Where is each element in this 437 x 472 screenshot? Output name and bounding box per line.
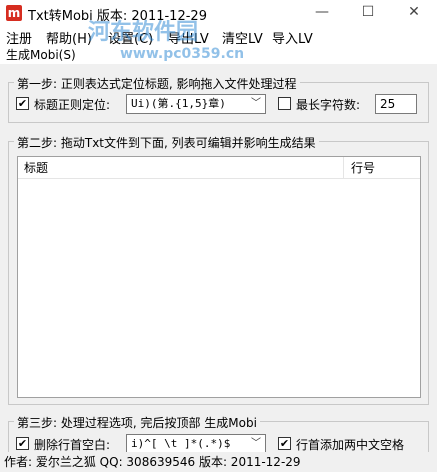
maxlen-input[interactable]: 25 xyxy=(375,94,417,114)
title-regex-combo[interactable]: Ui)(第.{1,5}章) ﹀ xyxy=(126,94,266,114)
minimize-button[interactable]: — xyxy=(299,0,345,26)
step2-title: 第二步: 拖动Txt文件到下面, 列表可编辑并影响生成结果 xyxy=(14,134,319,151)
title-regex-value: Ui)(第.{1,5}章) xyxy=(131,97,226,110)
delete-leading-label: 删除行首空白: xyxy=(34,438,111,452)
status-bar: 作者: 爱尔兰之狐 QQ: 308639546 版本: 2011-12-29 xyxy=(0,452,437,472)
title-regex-checkbox[interactable]: ✔ xyxy=(16,97,29,110)
close-button[interactable]: ✕ xyxy=(391,0,437,26)
delete-regex-value: i)^[ \t ]*(.*)$ xyxy=(131,437,231,450)
menu-register[interactable]: 注册 xyxy=(6,28,32,47)
column-header-line[interactable]: 行号 xyxy=(345,157,420,179)
title-bar[interactable]: m Txt转Mobi 版本: 2011-12-29 — ☐ ✕ xyxy=(0,0,437,26)
menu-clear-lv[interactable]: 清空LV xyxy=(222,28,263,47)
maximize-button[interactable]: ☐ xyxy=(345,0,391,26)
menu-import-lv[interactable]: 导入LV xyxy=(272,28,313,47)
app-icon: m xyxy=(6,5,22,21)
maxlen-checkbox[interactable] xyxy=(278,97,291,110)
maxlen-label: 最长字符数: xyxy=(296,98,361,112)
watermark-url: www.pc0359.cn xyxy=(120,46,245,62)
add-spaces-label: 行首添加两中文空格 xyxy=(296,438,405,452)
step1-title: 第一步: 正则表达式定位标题, 影响拖入文件处理过程 xyxy=(14,75,300,92)
chevron-down-icon[interactable]: ﹀ xyxy=(251,95,261,113)
watermark-logo: 河东软件园 xyxy=(88,20,199,45)
delete-regex-combo[interactable]: i)^[ \t ]*(.*)$ ﹀ xyxy=(126,434,266,454)
step3-title: 第三步: 处理过程选项, 完后按顶部 生成Mobi xyxy=(14,414,260,431)
delete-leading-checkbox[interactable]: ✔ xyxy=(16,437,29,450)
add-spaces-checkbox[interactable]: ✔ xyxy=(278,437,291,450)
title-regex-label: 标题正则定位: xyxy=(34,98,111,112)
menu-generate-mobi[interactable]: 生成Mobi(S) xyxy=(6,46,76,63)
column-header-title[interactable]: 标题 xyxy=(18,157,344,179)
listview-header: 标题 行号 xyxy=(18,157,420,179)
chevron-down-icon[interactable]: ﹀ xyxy=(251,435,261,453)
menu-help[interactable]: 帮助(H) xyxy=(46,28,92,47)
file-listview[interactable]: 标题 行号 xyxy=(17,156,421,398)
